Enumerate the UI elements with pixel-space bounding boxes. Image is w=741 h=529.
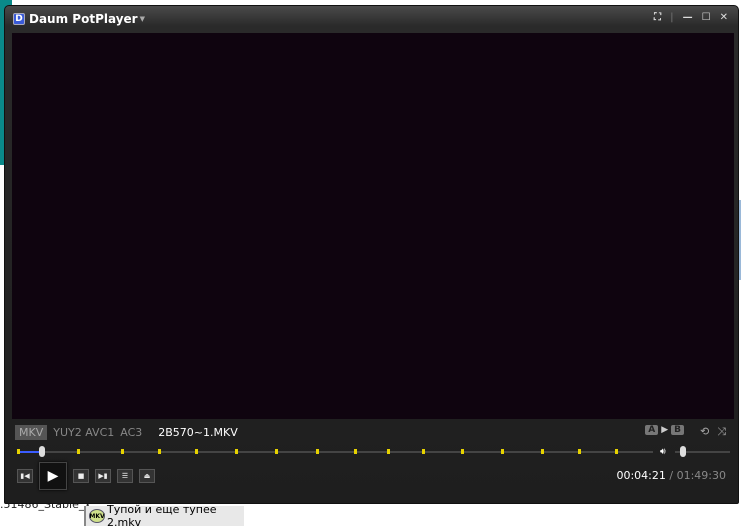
volume-thumb[interactable]	[680, 446, 687, 457]
fullscreen-icon[interactable]: ⛶	[654, 12, 661, 23]
chevron-down-icon: ▼	[139, 15, 145, 23]
chapter-marker[interactable]	[541, 449, 545, 454]
video-area[interactable]	[12, 33, 734, 419]
total-time: 01:49:30	[676, 469, 726, 482]
current-time: 00:04:21	[616, 469, 666, 482]
chapter-marker[interactable]	[577, 449, 581, 454]
close-button[interactable]: ✕	[720, 12, 728, 23]
shuffle-icon[interactable]: ⤨	[717, 425, 726, 439]
a-point-button[interactable]: A	[645, 425, 659, 435]
b-point-button[interactable]: B	[671, 425, 684, 435]
chapter-marker[interactable]	[77, 449, 81, 454]
desktop-file-item[interactable]: MKV Тупой и еще тупее 2.mkv	[84, 503, 244, 529]
seek-bar[interactable]	[17, 446, 653, 457]
chapter-marker[interactable]	[354, 449, 358, 454]
divider: |	[669, 12, 674, 23]
chapter-marker[interactable]	[422, 449, 426, 454]
mkv-file-icon: MKV	[89, 509, 105, 523]
container-badge: MKV	[15, 425, 48, 440]
potplayer-window: D Daum PotPlayer ▼ ⛶ | — ☐ ✕ MKV YUY2 AV…	[4, 5, 739, 504]
repeat-icon[interactable]: ⟲	[700, 425, 709, 439]
chapter-marker[interactable]	[120, 449, 124, 454]
file-name: Тупой и еще тупее 2.mkv	[107, 503, 217, 529]
audio-codec: AC3	[120, 426, 143, 439]
stop-button[interactable]: ■	[73, 469, 89, 483]
file-name-label: 2B570~1.MKV	[158, 426, 238, 439]
chapter-marker[interactable]	[387, 449, 391, 454]
next-button[interactable]: ▶▮	[95, 469, 111, 483]
video-codec: YUY2 AVC1	[53, 426, 115, 439]
playlist-button[interactable]: ☰	[117, 469, 133, 483]
time-display: 00:04:21 / 01:49:30	[616, 469, 726, 482]
chapter-marker[interactable]	[235, 449, 239, 454]
chapter-marker[interactable]	[315, 449, 319, 454]
eject-button[interactable]: ⏏	[139, 469, 155, 483]
time-separator: /	[669, 469, 674, 482]
chapter-marker[interactable]	[614, 449, 618, 454]
ab-repeat[interactable]: A ▶ B	[645, 425, 684, 435]
chapter-marker[interactable]	[500, 449, 504, 454]
potplayer-logo-icon: D	[13, 13, 25, 25]
volume-slider[interactable]	[675, 446, 730, 457]
chapter-marker[interactable]	[157, 449, 161, 454]
seek-thumb[interactable]	[39, 446, 46, 457]
arrow-right-icon: ▶	[661, 425, 669, 435]
previous-button[interactable]: ▮◀	[17, 469, 33, 483]
minimize-button[interactable]: —	[683, 12, 693, 23]
chapter-marker[interactable]	[460, 449, 464, 454]
maximize-button[interactable]: ☐	[702, 12, 711, 23]
volume-icon[interactable]: 🔊︎	[660, 447, 666, 457]
chapter-marker[interactable]	[17, 449, 20, 454]
chapter-marker[interactable]	[275, 449, 279, 454]
title-app: PotPlayer	[72, 12, 138, 26]
play-button[interactable]: ▶	[39, 462, 67, 490]
title-brand: Daum	[29, 12, 69, 26]
stream-info: MKV YUY2 AVC1 AC3 2B570~1.MKV	[15, 425, 238, 440]
title-menu[interactable]: D Daum PotPlayer ▼	[13, 12, 145, 26]
chapter-marker[interactable]	[195, 449, 199, 454]
